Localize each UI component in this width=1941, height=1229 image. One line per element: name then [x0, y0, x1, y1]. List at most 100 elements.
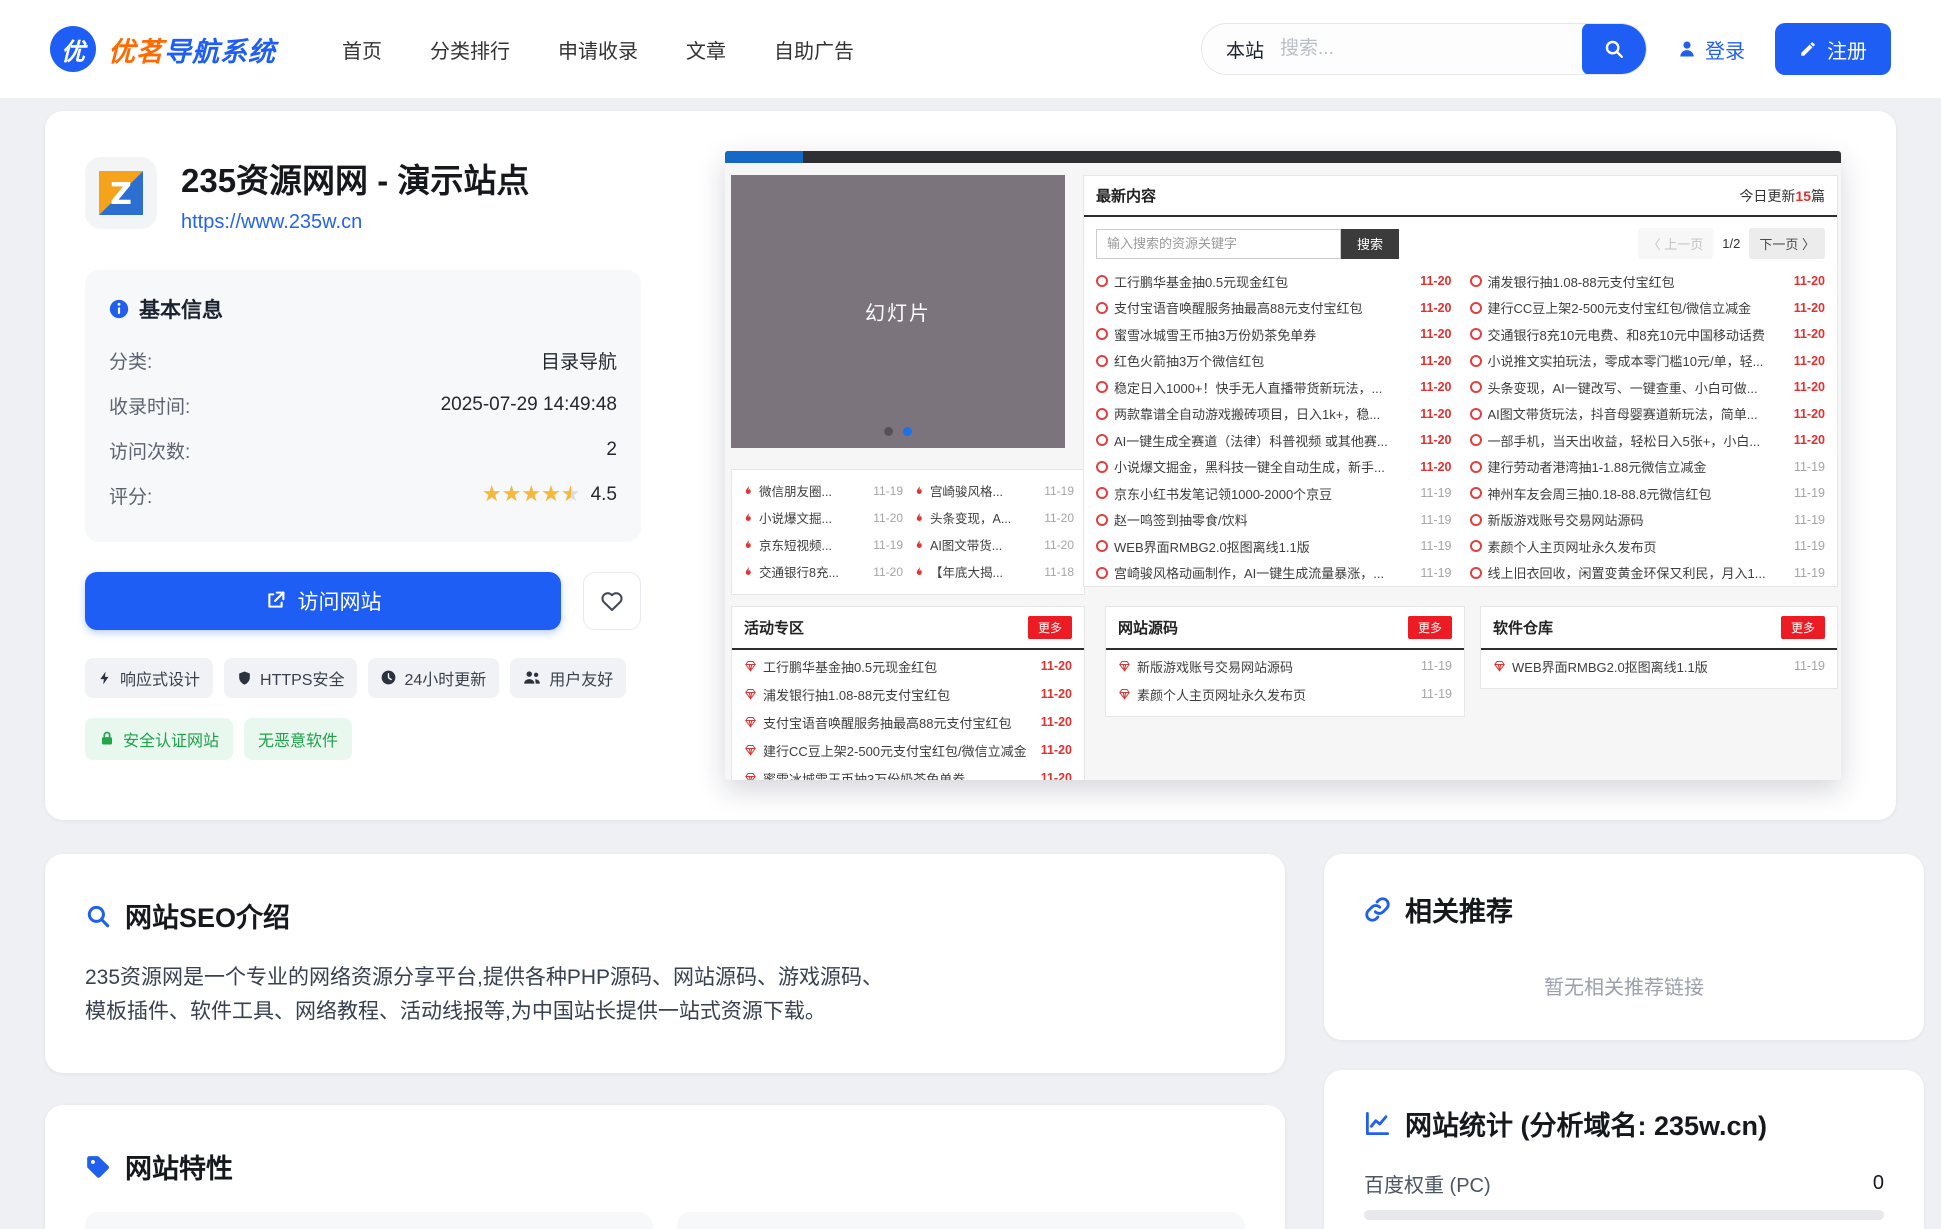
nav-link[interactable]: 申请收录: [558, 35, 638, 64]
latest-item-date: 11-20: [1794, 301, 1825, 315]
latest-item[interactable]: 蜜雪冰城雪王币抽3万份奶茶免单券 11-20: [1096, 321, 1452, 348]
search-button[interactable]: [1582, 23, 1646, 75]
latest-item[interactable]: 新版游戏账号交易网站源码 11-19: [1470, 507, 1826, 534]
slideshow-dot[interactable]: [884, 427, 893, 436]
nav-link[interactable]: 分类排行: [430, 35, 510, 64]
hot-item[interactable]: 【年底大揭... 11-18: [913, 558, 1074, 585]
section-item[interactable]: 支付宝语音唤醒服务抽最高88元支付宝红包 11-20: [744, 708, 1072, 736]
visit-site-button[interactable]: 访问网站: [85, 572, 561, 630]
latest-item-date: 11-20: [1794, 433, 1825, 447]
latest-item[interactable]: 京东小红书发笔记领1000-2000个京豆 11-19: [1096, 480, 1452, 507]
latest-item[interactable]: 建行CC豆上架2-500元支付宝红包/微信立减金 11-20: [1470, 295, 1826, 322]
latest-item[interactable]: 一部手机，当天出收益，轻松日入5张+，小白... 11-20: [1470, 427, 1826, 454]
login-link[interactable]: 登录: [1677, 35, 1745, 64]
latest-item[interactable]: 头条变现，AI一键改写、一键查重、小白可做... 11-20: [1470, 374, 1826, 401]
latest-item[interactable]: WEB界面RMBG2.0抠图离线1.1版 11-19: [1096, 533, 1452, 560]
hot-item[interactable]: 微信朋友圈... 11-19: [742, 477, 903, 504]
section-item-date: 11-20: [1041, 715, 1072, 729]
resource-search-button[interactable]: 搜索: [1341, 229, 1399, 259]
nav-link[interactable]: 首页: [342, 35, 382, 64]
more-button[interactable]: 更多: [1781, 616, 1825, 639]
latest-item[interactable]: 素颜个人主页网址永久发布页 11-19: [1470, 533, 1826, 560]
hot-item[interactable]: AI图文带货... 11-20: [913, 531, 1074, 558]
latest-item[interactable]: 赵一鸣签到抽零食/饮料 11-19: [1096, 507, 1452, 534]
badge-responsive: 响应式设计: [85, 658, 213, 698]
hot-item[interactable]: 小说爆文掘... 11-20: [742, 504, 903, 531]
latest-item-date: 11-19: [1420, 566, 1451, 580]
search-input[interactable]: [1280, 38, 1582, 60]
badge-update: 24小时更新: [368, 658, 499, 698]
next-page-button[interactable]: 下一页 〉: [1749, 228, 1825, 259]
section-item[interactable]: 工行鹏华基金抽0.5元现金红包 11-20: [744, 652, 1072, 680]
hot-item[interactable]: 宫崎骏风格... 11-19: [913, 477, 1074, 504]
section-item[interactable]: 新版游戏账号交易网站源码 11-19: [1118, 652, 1452, 680]
more-button[interactable]: 更多: [1408, 616, 1452, 639]
nav-link[interactable]: 文章: [686, 35, 726, 64]
latest-item[interactable]: AI一键生成全赛道（法律）科普视频 或其他赛... 11-20: [1096, 427, 1452, 454]
latest-item[interactable]: 交通银行8充10元电费、和8充10元中国移动话费 11-20: [1470, 321, 1826, 348]
site-url-link[interactable]: https://www.235w.cn: [181, 211, 362, 234]
latest-item-title: 工行鹏华基金抽0.5元现金红包: [1114, 272, 1414, 291]
section-item[interactable]: 素颜个人主页网址永久发布页 11-19: [1118, 680, 1452, 708]
site-logo[interactable]: 优 优茗导航系统: [50, 26, 276, 72]
register-button[interactable]: 注册: [1775, 23, 1891, 75]
more-button[interactable]: 更多: [1028, 616, 1072, 639]
latest-item-date: 11-19: [1794, 460, 1825, 474]
site-screenshot-preview[interactable]: 幻灯片 微信朋友圈... 11-19 宫崎骏风格...: [725, 151, 1841, 780]
slideshow-dot-active[interactable]: [903, 427, 912, 436]
latest-item[interactable]: 小说推文实拍玩法，零成本零门槛10元/单，轻... 11-20: [1470, 348, 1826, 375]
login-label: 登录: [1705, 35, 1745, 64]
latest-item-title: 京东小红书发笔记领1000-2000个京豆: [1114, 484, 1414, 503]
section-item-title: 蜜雪冰城雪王币抽3万份奶茶免单券: [763, 769, 1035, 781]
latest-item-date: 11-20: [1794, 407, 1825, 421]
latest-item-title: 小说推文实拍玩法，零成本零门槛10元/单，轻...: [1488, 351, 1788, 370]
latest-item[interactable]: 小说爆文掘金，黑科技一键全自动生成，新手... 11-20: [1096, 454, 1452, 481]
latest-item[interactable]: AI图文带货玩法，抖音母婴赛道新玩法，简单... 11-20: [1470, 401, 1826, 428]
latest-item[interactable]: 宫崎骏风格动画制作，AI一键生成流量暴涨，... 11-19: [1096, 560, 1452, 587]
brand-blue: 导航系统: [164, 37, 276, 67]
latest-title: 最新内容: [1096, 185, 1156, 206]
flame-icon: [913, 538, 925, 552]
rating-stars[interactable]: ★★★★★★★★★★: [482, 483, 581, 507]
section-item[interactable]: WEB界面RMBG2.0抠图离线1.1版 11-19: [1493, 652, 1825, 680]
prev-page-button[interactable]: 〈 上一页: [1638, 228, 1714, 259]
latest-item[interactable]: 神州车友会周三抽0.18-88.8元微信红包 11-19: [1470, 480, 1826, 507]
hot-item[interactable]: 京东短视频... 11-19: [742, 531, 903, 558]
section-item[interactable]: 建行CC豆上架2-500元支付宝红包/微信立减金 11-20: [744, 736, 1072, 764]
latest-item[interactable]: 线上旧衣回收，闲置变黄金环保又利民，月入1... 11-19: [1470, 560, 1826, 587]
latest-item[interactable]: 工行鹏华基金抽0.5元现金红包 11-20: [1096, 268, 1452, 295]
latest-item-title: 头条变现，AI一键改写、一键查重、小白可做...: [1488, 378, 1788, 397]
latest-item[interactable]: 稳定日入1000+！快手无人直播带货新玩法，... 11-20: [1096, 374, 1452, 401]
basic-info-box: 基本信息 分类: 目录导航 收录时间: 2025-07-29 14:49:48: [85, 270, 641, 542]
section-item-title: 建行CC豆上架2-500元支付宝红包/微信立减金: [763, 741, 1035, 760]
new-icon: [1096, 567, 1108, 579]
section-item[interactable]: 浦发银行抽1.08-88元支付宝红包 11-20: [744, 680, 1072, 708]
gem-icon: [744, 744, 757, 756]
resource-search-input[interactable]: [1096, 229, 1341, 259]
new-icon: [1470, 302, 1482, 314]
gem-icon: [1118, 688, 1131, 700]
latest-item[interactable]: 两款靠谱全自动游戏搬砖项目，日入1k+，稳... 11-20: [1096, 401, 1452, 428]
hot-item[interactable]: 头条变现，A... 11-20: [913, 504, 1074, 531]
latest-item[interactable]: 支付宝语音唤醒服务抽最高88元支付宝红包 11-20: [1096, 295, 1452, 322]
seo-title-row: 网站SEO介绍: [85, 896, 1245, 935]
section-item[interactable]: 蜜雪冰城雪王币抽3万份奶茶免单券 11-20: [744, 764, 1072, 780]
section-title: 活动专区: [744, 617, 804, 638]
section-item-title: 工行鹏华基金抽0.5元现金红包: [763, 657, 1035, 676]
latest-item[interactable]: 红色火箭抽3万个微信红包 11-20: [1096, 348, 1452, 375]
stat-label: 百度权重 (PC): [1364, 1169, 1491, 1198]
feature-items: ✓ 界面简洁 ✓ 资源丰富: [85, 1212, 1245, 1229]
stats-rows: 百度权重 (PC) 0 预计来路 0 ~ 0: [1364, 1169, 1884, 1229]
shield-icon: [237, 670, 252, 686]
favorite-button[interactable]: [583, 572, 641, 630]
latest-item-date: 11-19: [1420, 486, 1451, 500]
search-scope-select[interactable]: 本站: [1202, 36, 1280, 63]
seo-card: 网站SEO介绍 235资源网是一个专业的网络资源分享平台,提供各种PHP源码、网…: [45, 854, 1285, 1073]
related-card: 相关推荐 暂无相关推荐链接: [1324, 854, 1924, 1040]
hot-item[interactable]: 交通银行8充... 11-20: [742, 558, 903, 585]
latest-item[interactable]: 浦发银行抽1.08-88元支付宝红包 11-20: [1470, 268, 1826, 295]
nav-link[interactable]: 自助广告: [774, 35, 854, 64]
latest-item[interactable]: 建行劳动者港湾抽1-1.88元微信立减金 11-19: [1470, 454, 1826, 481]
info-row-value: 2: [606, 439, 617, 461]
heart-icon: [599, 588, 625, 614]
